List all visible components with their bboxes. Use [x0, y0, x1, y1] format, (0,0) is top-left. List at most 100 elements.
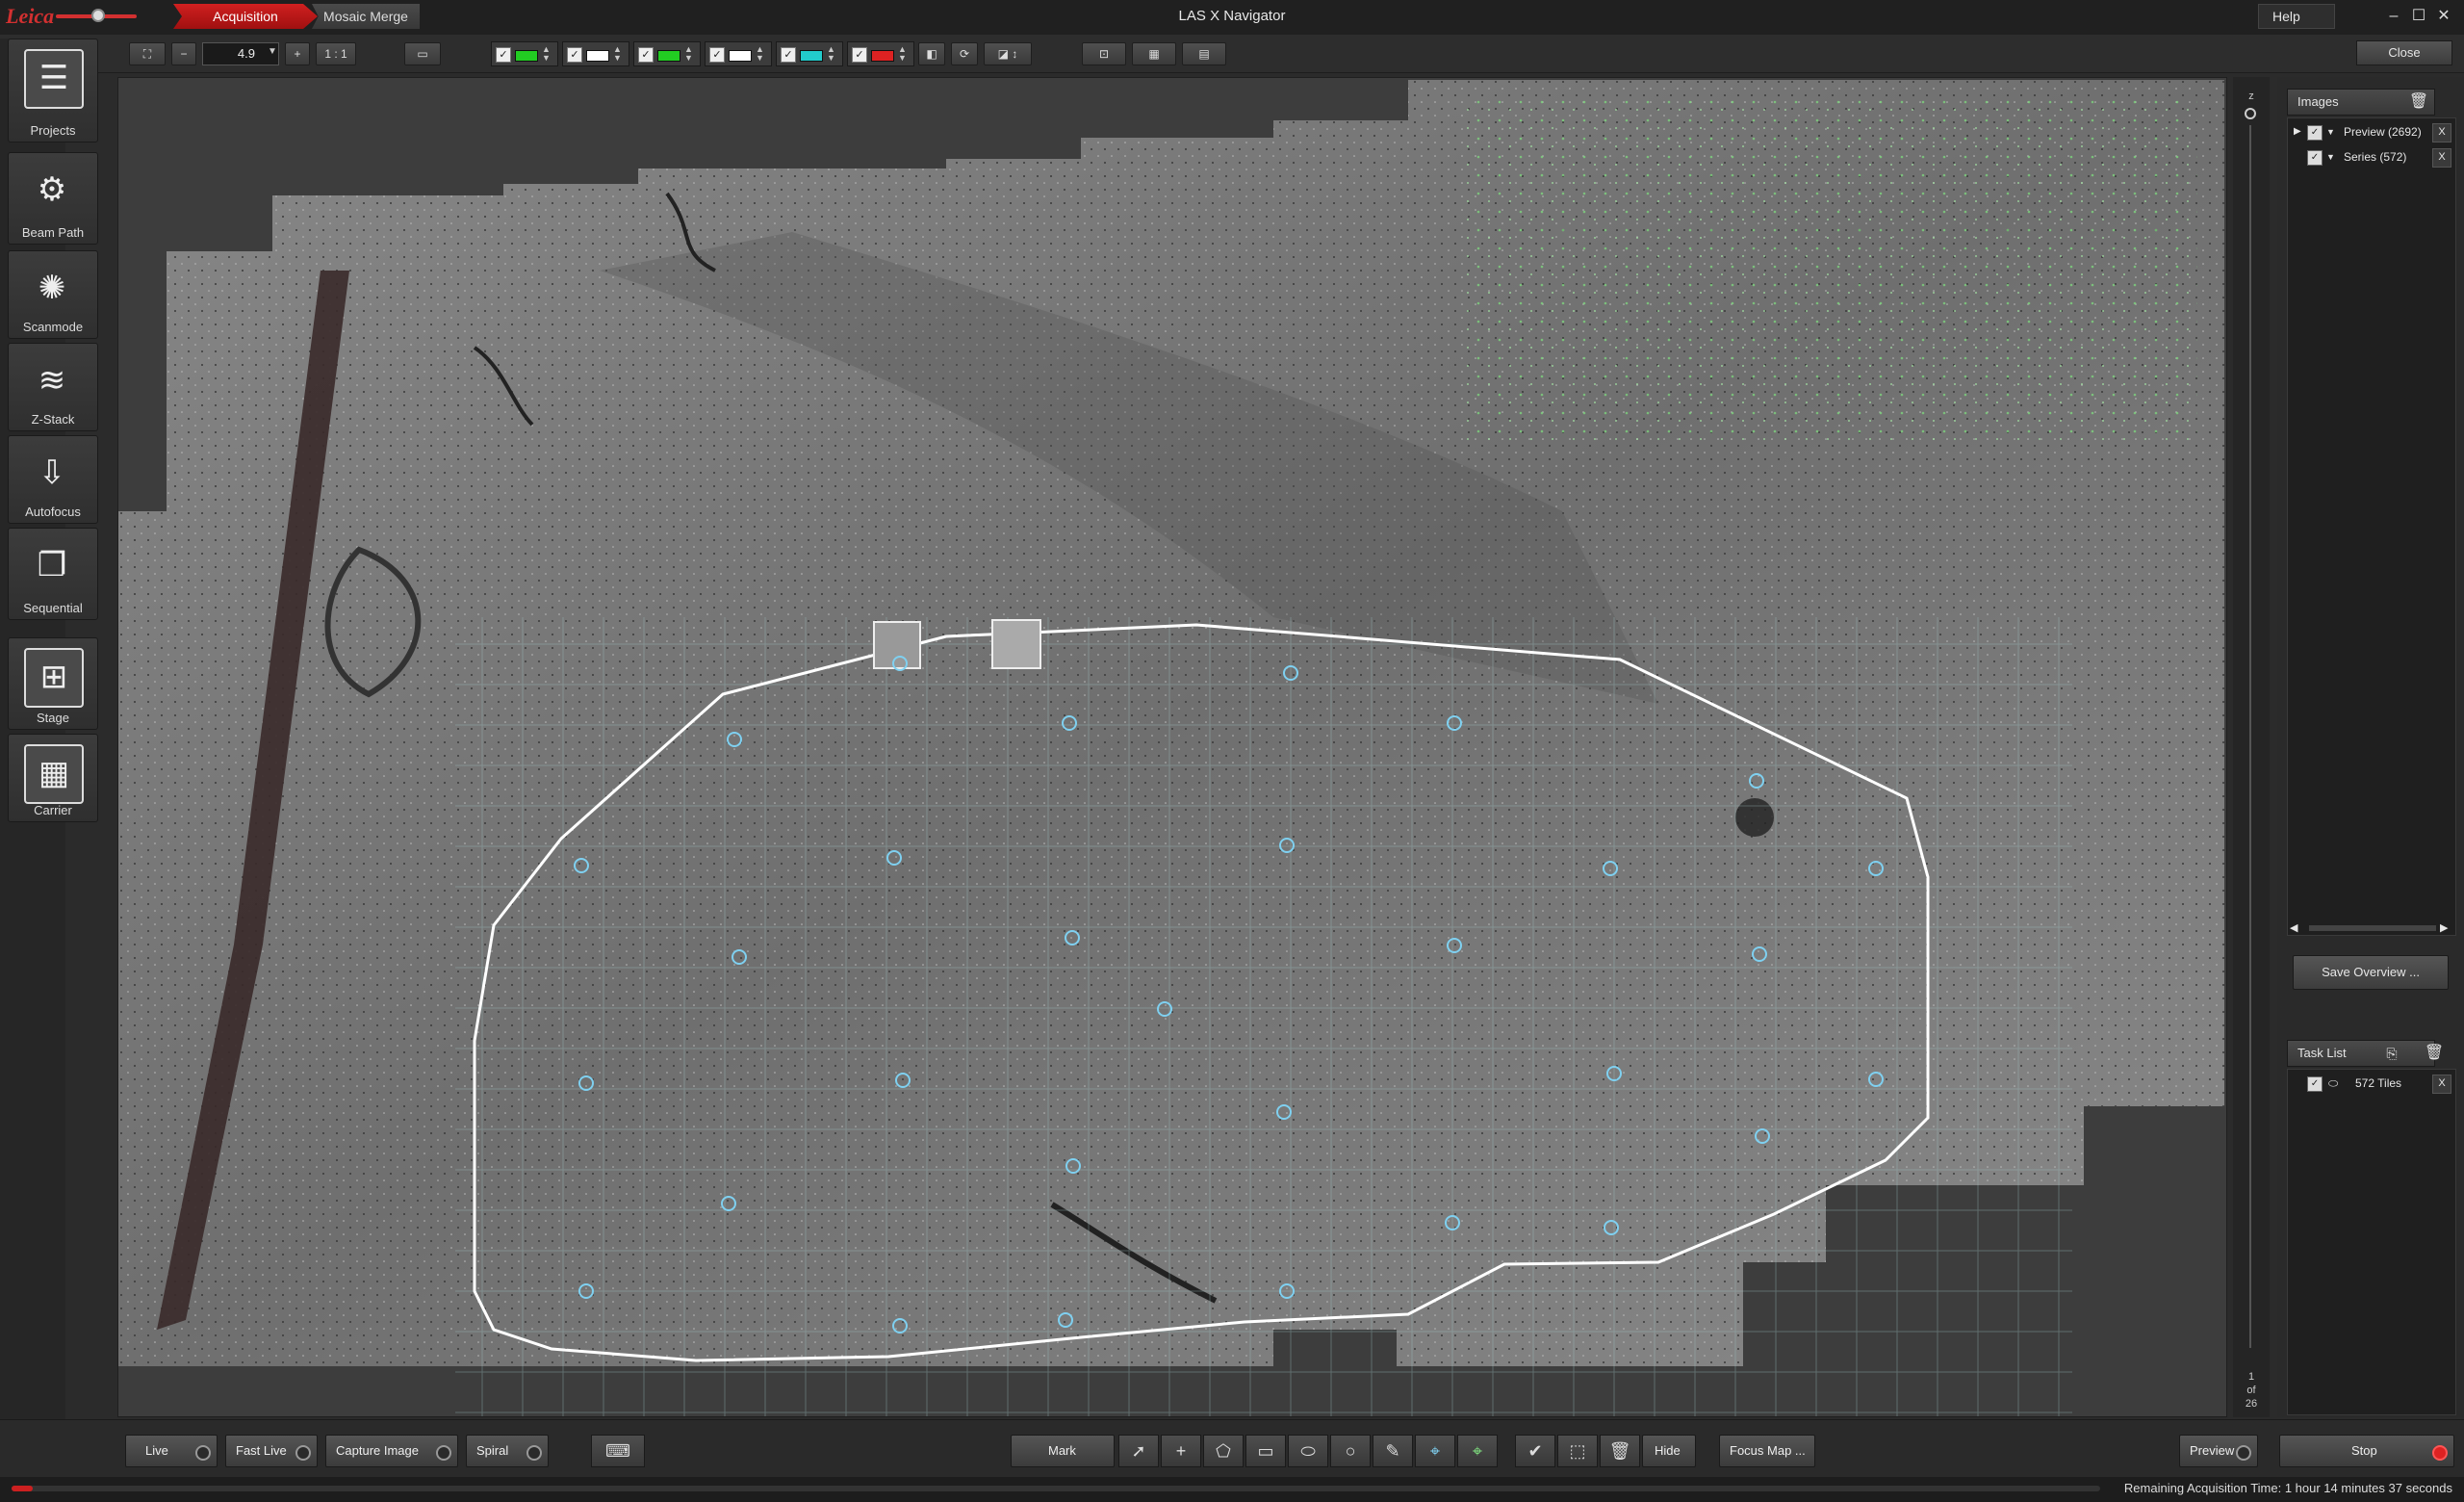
- live-button[interactable]: Live: [125, 1435, 218, 1467]
- one-to-one-button[interactable]: 1 : 1: [316, 42, 356, 65]
- sidebar-item-beam-path[interactable]: ⚙ Beam Path: [8, 152, 98, 245]
- z-label: z: [2248, 91, 2254, 102]
- remove-button[interactable]: X: [2432, 1075, 2451, 1094]
- checkbox-icon[interactable]: ✓: [638, 47, 654, 63]
- spinner-icon[interactable]: ▲ ▼: [898, 45, 907, 63]
- sidebar-item-scanmode[interactable]: ✺ Scanmode: [8, 250, 98, 339]
- contrast-icon[interactable]: ◧: [918, 42, 945, 65]
- gradient-lut-icon[interactable]: ◪ ↕: [984, 42, 1032, 65]
- fast-live-label: Fast Live: [236, 1443, 287, 1458]
- check-icon[interactable]: ✔: [1515, 1435, 1555, 1467]
- tab-mosaic-merge[interactable]: Mosaic Merge: [312, 4, 420, 29]
- freehand-icon[interactable]: ⬠: [1203, 1435, 1244, 1467]
- add-point-icon[interactable]: +: [1161, 1435, 1201, 1467]
- sidebar-item-label: Z-Stack: [31, 412, 75, 427]
- sidebar-item-sequential[interactable]: ❐ Sequential: [8, 528, 98, 620]
- sidebar-item-stage[interactable]: ⊞ Stage: [8, 637, 98, 730]
- focus-point-icon[interactable]: ⌖: [1415, 1435, 1455, 1467]
- list-item[interactable]: ✓ ▼ Series (572) X: [2288, 145, 2455, 168]
- rectangle-icon[interactable]: ▭: [1245, 1435, 1286, 1467]
- sidebar-item-autofocus[interactable]: ⇩ Autofocus: [8, 435, 98, 524]
- tab-acquisition[interactable]: Acquisition: [173, 4, 318, 29]
- close-button[interactable]: Close: [2356, 40, 2452, 65]
- brightness-slider-knob[interactable]: [91, 9, 105, 22]
- stop-label: Stop: [2351, 1443, 2377, 1458]
- save-overview-button[interactable]: Save Overview ...: [2293, 955, 2449, 990]
- checkbox-icon[interactable]: ✓: [496, 47, 511, 63]
- fit-tiles-icon[interactable]: ⊡: [1082, 42, 1126, 65]
- refresh-icon[interactable]: ⟳: [951, 42, 978, 65]
- navigator-canvas[interactable]: [117, 77, 2227, 1417]
- focus-map-button[interactable]: Focus Map ...: [1719, 1435, 1815, 1467]
- checkbox-icon[interactable]: ✓: [852, 47, 867, 63]
- sidebar-item-carrier[interactable]: ▦ Carrier: [8, 734, 98, 822]
- checkbox-icon[interactable]: ✓: [781, 47, 796, 63]
- remaining-time-text: Remaining Acquisition Time: 1 hour 14 mi…: [2123, 1481, 2452, 1495]
- overlay-icon[interactable]: ▭: [404, 42, 441, 65]
- zoom-dropdown-icon[interactable]: ▼: [268, 46, 277, 57]
- spinner-icon[interactable]: ▲ ▼: [684, 45, 693, 63]
- stop-button[interactable]: Stop: [2279, 1435, 2454, 1467]
- spinner-icon[interactable]: ▲ ▼: [542, 45, 551, 63]
- auto-focus-point-icon[interactable]: ⌖: [1457, 1435, 1498, 1467]
- select-all-icon[interactable]: ⬚: [1557, 1435, 1598, 1467]
- sidebar-item-projects[interactable]: ☰ Projects: [8, 39, 98, 142]
- capture-image-button[interactable]: Capture Image: [325, 1435, 458, 1467]
- preview-button[interactable]: Preview: [2179, 1435, 2258, 1467]
- ellipse-icon[interactable]: ⬭: [1288, 1435, 1328, 1467]
- channel-toggle-5[interactable]: ✓ ▲ ▼: [776, 41, 843, 66]
- fine-grid-icon[interactable]: ▤: [1182, 42, 1226, 65]
- trash-icon[interactable]: 🗑: [2420, 1040, 2449, 1067]
- copy-icon[interactable]: ⎘: [2377, 1040, 2406, 1067]
- keyboard-icon[interactable]: ⌨: [591, 1435, 645, 1467]
- hide-button[interactable]: Hide: [1642, 1435, 1696, 1467]
- remove-button[interactable]: X: [2432, 148, 2451, 168]
- spinner-icon[interactable]: ▲ ▼: [756, 45, 764, 63]
- spinner-icon[interactable]: ▲ ▼: [827, 45, 835, 63]
- zoom-in-button[interactable]: +: [285, 42, 310, 65]
- close-window-icon[interactable]: ✕: [2433, 6, 2454, 27]
- scroll-right-icon[interactable]: ▶: [2440, 921, 2453, 934]
- expand-icon[interactable]: ▶: [2294, 120, 2301, 143]
- checkbox-icon[interactable]: ✓: [2307, 1076, 2323, 1092]
- checkbox-icon[interactable]: ✓: [2307, 125, 2323, 141]
- list-item[interactable]: ✓ ⬭ 572 Tiles X: [2288, 1072, 2455, 1095]
- checkbox-icon[interactable]: ✓: [709, 47, 725, 63]
- list-item[interactable]: ▶ ✓ ▼ Preview (2692) X: [2288, 120, 2455, 143]
- zoom-out-button[interactable]: −: [171, 42, 196, 65]
- dropdown-icon[interactable]: ▼: [2326, 145, 2335, 168]
- grid-icon[interactable]: ▦: [1132, 42, 1176, 65]
- fit-view-icon[interactable]: ⛶: [129, 42, 166, 65]
- z-slider-knob[interactable]: [2245, 108, 2256, 119]
- scroll-left-icon[interactable]: ◀: [2290, 921, 2303, 934]
- trash-icon[interactable]: 🗑: [2404, 89, 2433, 116]
- circle-icon[interactable]: ○: [1330, 1435, 1371, 1467]
- channel-toggle-4[interactable]: ✓ ▲ ▼: [705, 41, 772, 66]
- capture-indicator-icon: [436, 1445, 451, 1461]
- horizontal-scrollbar[interactable]: [2309, 925, 2436, 931]
- dropdown-icon[interactable]: ▼: [2326, 120, 2335, 143]
- maximize-icon[interactable]: ☐: [2408, 6, 2429, 27]
- tissue-scan-view[interactable]: [118, 78, 2227, 1417]
- checkbox-icon[interactable]: ✓: [567, 47, 582, 63]
- checkbox-icon[interactable]: ✓: [2307, 150, 2323, 166]
- channel-toggle-3[interactable]: ✓ ▲ ▼: [633, 41, 701, 66]
- wand-icon[interactable]: ✎: [1373, 1435, 1413, 1467]
- remove-button[interactable]: X: [2432, 123, 2451, 142]
- spinner-icon[interactable]: ▲ ▼: [613, 45, 622, 63]
- sidebar-item-z-stack[interactable]: ≋ Z-Stack: [8, 343, 98, 431]
- minimize-icon[interactable]: –: [2383, 6, 2404, 27]
- spiral-button[interactable]: Spiral: [466, 1435, 549, 1467]
- fast-live-button[interactable]: Fast Live: [225, 1435, 318, 1467]
- channel-toggle-6[interactable]: ✓ ▲ ▼: [847, 41, 914, 66]
- pointer-icon[interactable]: ➚: [1118, 1435, 1159, 1467]
- channel-toggle-1[interactable]: ✓ ▲ ▼: [491, 41, 558, 66]
- help-button[interactable]: Help: [2258, 4, 2335, 29]
- sidebar-item-label: Carrier: [34, 803, 72, 817]
- z-slider-track[interactable]: [2249, 125, 2251, 1348]
- live-indicator-icon: [195, 1445, 211, 1461]
- channel-toggle-2[interactable]: ✓ ▲ ▼: [562, 41, 629, 66]
- mark-button[interactable]: Mark: [1011, 1435, 1115, 1467]
- delete-icon[interactable]: 🗑: [1600, 1435, 1640, 1467]
- z-slider[interactable]: z 1 of 26: [2233, 77, 2270, 1417]
